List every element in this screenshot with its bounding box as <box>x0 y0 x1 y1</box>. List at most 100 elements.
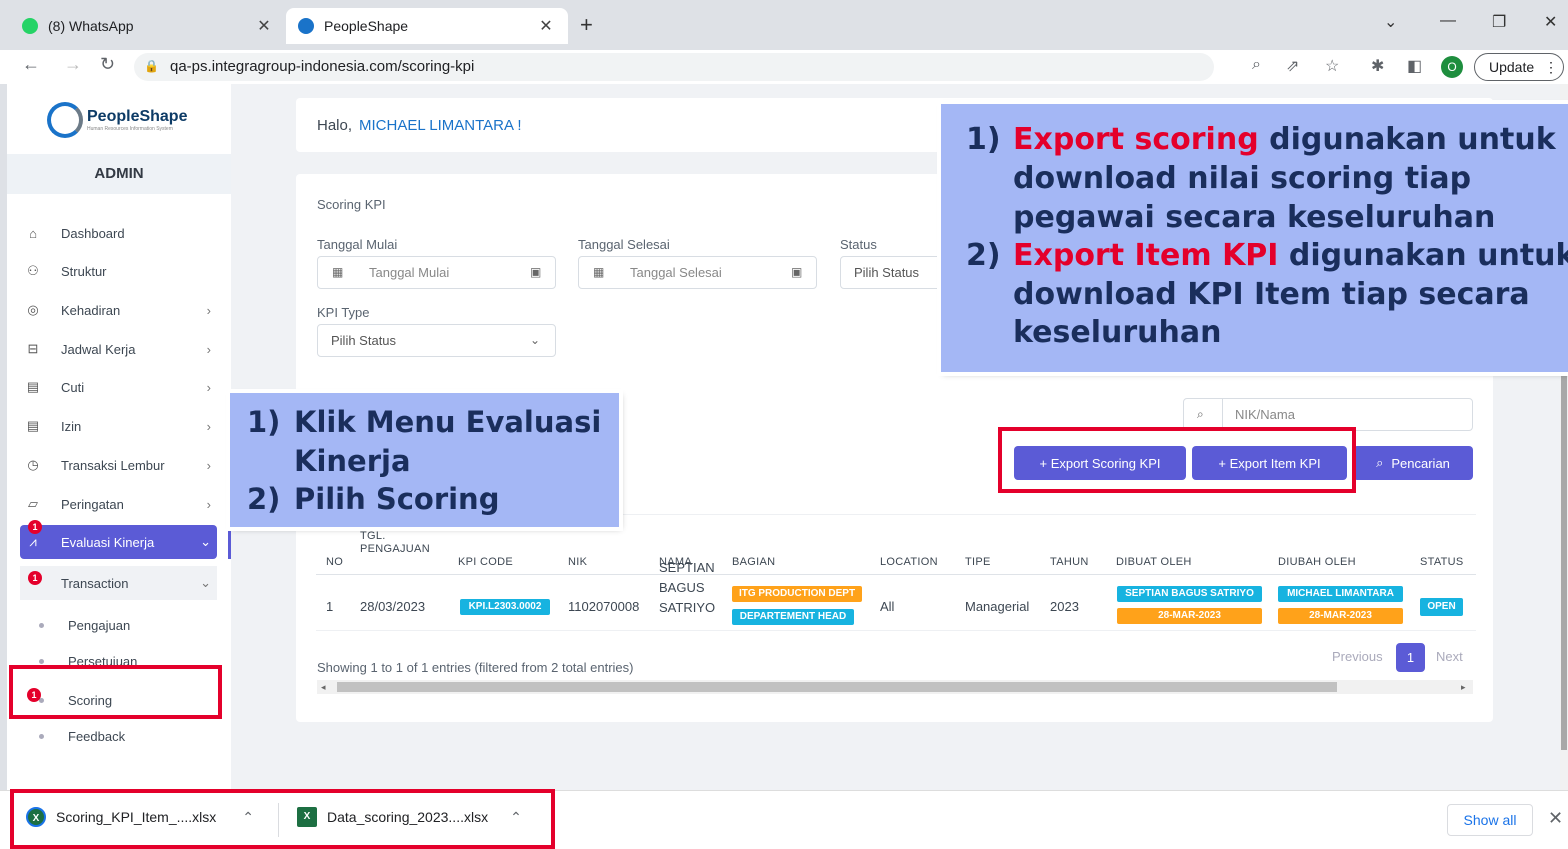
chevron-right-icon: › <box>206 302 211 318</box>
scoring-menu-highlight <box>9 665 222 719</box>
greeting-prefix: Halo, <box>317 117 353 134</box>
col-header-location[interactable]: LOCATION <box>880 556 938 568</box>
pagination-next[interactable]: Next <box>1436 649 1463 664</box>
peopleshape-icon <box>298 18 314 34</box>
search-button[interactable]: ⌕ Pencarian <box>1353 446 1473 480</box>
calendar-icon[interactable]: ▣ <box>530 265 541 279</box>
sidebar-item-label: Peringatan <box>61 496 124 512</box>
cell-no: 1 <box>326 599 334 614</box>
tab-whatsapp[interactable]: (8) WhatsApp ✕ <box>10 8 286 44</box>
forward-icon[interactable]: → <box>64 54 82 75</box>
pagination-previous[interactable]: Previous <box>1332 649 1383 664</box>
col-header-pengajuan[interactable]: PENGAJUAN <box>360 543 430 555</box>
briefcase-icon: ⊟ <box>27 341 39 356</box>
search-icon: ⌕ <box>1197 407 1204 421</box>
new-tab-icon[interactable]: + <box>580 12 593 38</box>
close-icon[interactable]: ✕ <box>254 16 274 36</box>
chevron-right-icon: › <box>206 379 211 395</box>
col-header-no[interactable]: NO <box>326 556 343 568</box>
search-button-label: Pencarian <box>1391 455 1450 471</box>
sidebar-item-peringatan[interactable]: ▱ Peringatan › <box>23 491 217 517</box>
col-header-tipe[interactable]: TIPE <box>965 556 991 568</box>
modified-by-badge: MICHAEL LIMANTARA <box>1278 586 1403 602</box>
cell-nik: 1102070008 <box>568 599 640 614</box>
scroll-right-icon[interactable]: ▸ <box>1461 682 1466 693</box>
col-header-bagian[interactable]: BAGIAN <box>732 556 775 568</box>
update-button[interactable]: Update ⋮ <box>1474 53 1564 81</box>
sidebar-item-struktur[interactable]: ⚇ Struktur <box>23 258 217 284</box>
show-all-button[interactable]: Show all <box>1447 804 1533 836</box>
annotation-number: 1) <box>966 122 1001 157</box>
col-header-kpi-code[interactable]: KPI CODE <box>458 556 513 568</box>
cell-nama-3: SATRIYO <box>659 600 716 615</box>
share-icon[interactable]: ⇗ <box>1286 56 1299 76</box>
zoom-icon[interactable]: ⌕ <box>1252 56 1261 74</box>
end-date-field[interactable]: ▦ Tanggal Selesai ▣ <box>578 256 817 289</box>
chevron-right-icon: › <box>206 341 211 357</box>
fingerprint-icon: ◎ <box>27 302 39 317</box>
bookmark-star-icon[interactable]: ☆ <box>1325 56 1339 76</box>
annotation-line-2: Kinerja <box>294 444 411 478</box>
kpi-type-select[interactable]: Pilih Status ⌄ <box>317 324 556 357</box>
notification-badge: 1 <box>28 520 42 534</box>
start-date-field[interactable]: ▦ Tanggal Mulai ▣ <box>317 256 556 289</box>
address-bar[interactable]: 🔒 qa-ps.integragroup-indonesia.com/scori… <box>134 53 1214 81</box>
sidebar-item-izin[interactable]: ▤ Izin › <box>23 413 217 439</box>
scrollbar-thumb[interactable] <box>337 682 1337 692</box>
restore-icon[interactable]: ❐ <box>1492 12 1506 32</box>
sidebar-item-dashboard[interactable]: ⌂ Dashboard <box>23 220 217 246</box>
header-divider <box>316 574 1476 575</box>
sidebar-item-kehadiran[interactable]: ◎ Kehadiran › <box>23 297 217 323</box>
annotation-text: digunakan untuk <box>1258 122 1556 157</box>
annotation-line-3: pegawai secara keseluruhan <box>1013 200 1496 235</box>
col-header-status[interactable]: STATUS <box>1420 556 1464 568</box>
search-icon: ⌕ <box>1376 455 1384 470</box>
extensions-icon[interactable]: ✱ <box>1371 56 1384 76</box>
annotation-highlight: Export Item KPI <box>1013 238 1279 273</box>
annotation-line-1: Klik Menu Evaluasi <box>294 405 602 439</box>
tab-search-icon[interactable]: ⌄ <box>1384 12 1397 32</box>
sidebar-subitem-pengajuan[interactable]: Pengajuan <box>39 618 130 633</box>
annotation-menu-steps: 1) Klik Menu Evaluasi Kinerja 2) Pilih S… <box>230 393 619 527</box>
tab-peopleshape[interactable]: PeopleShape ✕ <box>286 8 568 44</box>
close-icon[interactable]: ✕ <box>1548 808 1563 829</box>
profile-avatar[interactable]: O <box>1441 56 1463 78</box>
cell-tahun: 2023 <box>1050 599 1079 614</box>
cell-tgl: 28/03/2023 <box>360 599 426 614</box>
annotation-number: 2) <box>247 482 281 516</box>
annotation-number: 2) <box>966 238 1001 273</box>
search-placeholder: NIK/Nama <box>1235 407 1295 422</box>
sidebar-subitem-feedback[interactable]: Feedback <box>39 729 125 744</box>
kpi-code-badge[interactable]: KPI.L2303.0002 <box>460 599 550 615</box>
col-header-tgl[interactable]: TGL. <box>360 530 386 542</box>
kpi-type-label: KPI Type <box>317 305 370 320</box>
close-icon[interactable]: ✕ <box>536 16 556 36</box>
sidebar-item-cuti[interactable]: ▤ Cuti › <box>23 374 217 400</box>
tab-title: PeopleShape <box>324 18 409 34</box>
horizontal-scrollbar[interactable]: ◂ ▸ <box>317 680 1473 694</box>
col-header-dibuat-oleh[interactable]: DIBUAT OLEH <box>1116 556 1192 568</box>
sidebar-item-evaluasi-kinerja[interactable]: ⩘ Evaluasi Kinerja ⌄ <box>20 525 217 559</box>
downloads-highlight <box>10 789 555 849</box>
sidebar-item-transaction[interactable]: Transaction ⌄ <box>20 566 217 600</box>
pagination-page-1[interactable]: 1 <box>1396 643 1425 672</box>
sidebar-subitem-label: Pengajuan <box>68 618 131 633</box>
org-icon: ⚇ <box>27 263 39 278</box>
chevron-down-icon: ⌄ <box>200 575 211 590</box>
minimize-icon[interactable]: — <box>1440 12 1456 30</box>
side-panel-icon[interactable]: ◧ <box>1407 56 1422 76</box>
scroll-left-icon[interactable]: ◂ <box>321 682 326 693</box>
bullet-icon <box>39 734 44 739</box>
url-text: qa-ps.integragroup-indonesia.com/scoring… <box>170 58 475 75</box>
calendar-icon[interactable]: ▣ <box>791 265 802 279</box>
back-icon[interactable]: ← <box>22 54 40 75</box>
app-logo[interactable]: PeopleShape Human Resources Information … <box>47 102 187 138</box>
window-close-icon[interactable]: ✕ <box>1544 12 1557 32</box>
notification-badge: 1 <box>28 571 42 585</box>
reload-icon[interactable]: ↻ <box>100 54 115 75</box>
col-header-tahun[interactable]: TAHUN <box>1050 556 1089 568</box>
sidebar-item-jadwal-kerja[interactable]: ⊟ Jadwal Kerja › <box>23 336 217 362</box>
col-header-nik[interactable]: NIK <box>568 556 587 568</box>
sidebar-item-transaksi-lembur[interactable]: ◷ Transaksi Lembur › <box>23 452 217 478</box>
col-header-diubah-oleh[interactable]: DIUBAH OLEH <box>1278 556 1356 568</box>
